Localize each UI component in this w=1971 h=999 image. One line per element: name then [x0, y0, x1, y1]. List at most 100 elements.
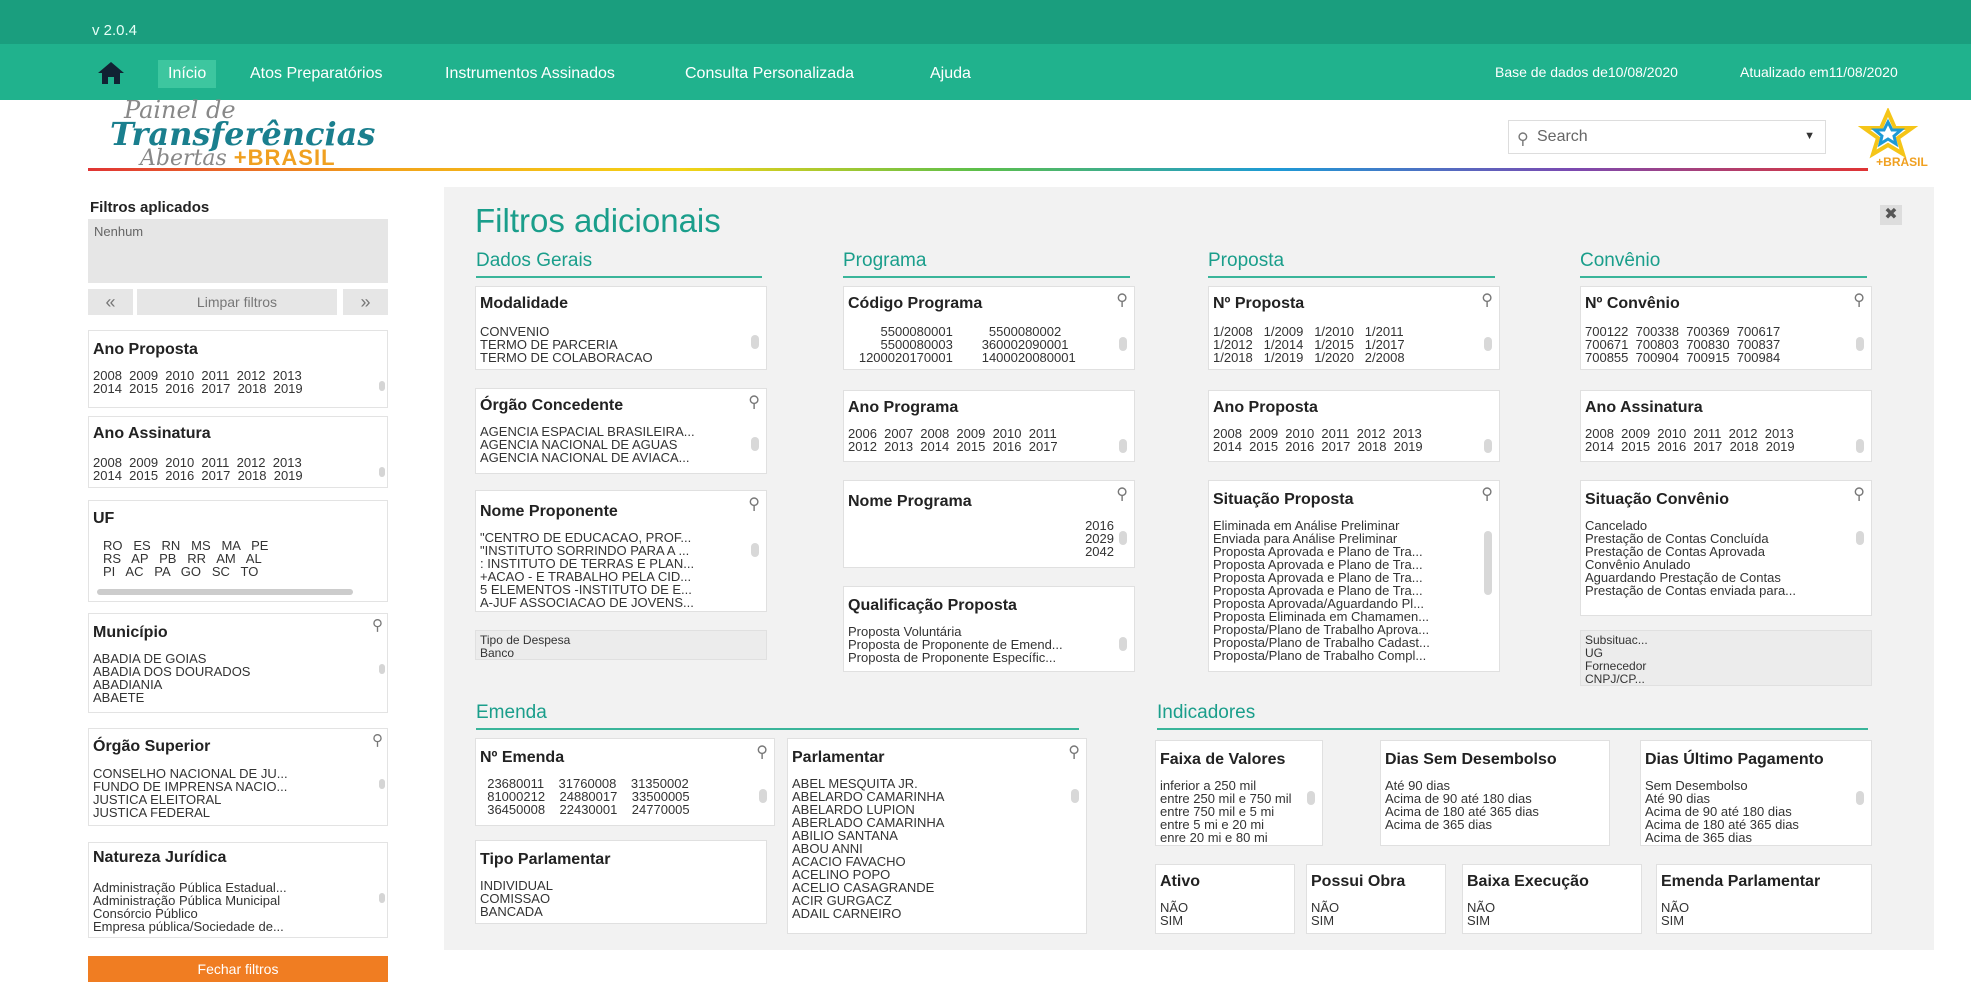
section-convenio: Convênio	[1580, 250, 1661, 271]
filter-baixa-execucao[interactable]: Baixa Execução NÃO SIM	[1462, 864, 1642, 934]
scrollbar[interactable]	[1307, 791, 1315, 805]
scrollbar[interactable]	[1856, 791, 1864, 805]
filter-possui-obra[interactable]: Possui Obra NÃO SIM	[1306, 864, 1446, 934]
filter-qualificacao-proposta[interactable]: Qualificação Proposta Proposta Voluntári…	[843, 586, 1135, 672]
search-icon[interactable]: ⚲	[1481, 290, 1493, 310]
close-filters-button[interactable]: Fechar filtros	[88, 956, 388, 982]
filter-nome-programa[interactable]: Nome Programa ⚲ 2016 2029 2042	[843, 480, 1135, 568]
filter-dias-sem-desembolso[interactable]: Dias Sem Desembolso Até 90 dias Acima de…	[1380, 740, 1610, 846]
section-proposta: Proposta	[1208, 250, 1285, 271]
scrollbar[interactable]	[751, 437, 759, 451]
filter-ano-assinatura[interactable]: Ano Assinatura 2008 2009 2010 2011 2012 …	[1580, 390, 1872, 462]
filter-faixa-valores[interactable]: Faixa de Valores inferior a 250 mil entr…	[1155, 740, 1323, 846]
updated-label: Atualizado em11/08/2020	[1740, 64, 1898, 80]
sidebar-uf[interactable]: UF RO ES RN MS MA PE RS AP PB RR AM AL P…	[88, 500, 388, 602]
search-icon[interactable]: ⚲	[372, 616, 383, 634]
search-icon: ⚲	[1517, 131, 1529, 148]
nav-consulta-personalizada[interactable]: Consulta Personalizada	[675, 60, 864, 88]
search-icon[interactable]: ⚲	[1853, 290, 1865, 310]
filter-subsituacao[interactable]: Subsituac... UG Fornecedor CNPJ/CP...	[1580, 630, 1872, 686]
filter-tipo-despesa[interactable]: Tipo de Despesa Banco	[475, 630, 767, 660]
section-rule	[476, 728, 1079, 730]
scrollbar[interactable]	[751, 543, 759, 557]
nav-atos-preparatorios[interactable]: Atos Preparatórios	[240, 60, 393, 88]
home-icon[interactable]	[96, 60, 126, 86]
scrollbar[interactable]	[1119, 531, 1127, 545]
sidebar-ano-assinatura[interactable]: Ano Assinatura 2008 2009 2010 2011 2012 …	[88, 416, 388, 488]
filter-codigo-programa[interactable]: Código Programa ⚲ 5500080001 5500080002 …	[843, 286, 1135, 370]
scrollbar[interactable]	[1484, 439, 1492, 453]
scrollbar[interactable]	[1119, 439, 1127, 453]
scrollbar[interactable]	[751, 335, 759, 349]
scrollbar[interactable]	[1484, 531, 1492, 595]
svg-text:+BRASIL: +BRASIL	[1876, 155, 1928, 169]
scrollbar[interactable]	[1119, 637, 1127, 651]
scrollbar[interactable]	[379, 381, 385, 391]
filter-parlamentar[interactable]: Parlamentar ⚲ ABEL MESQUITA JR. ABELARDO…	[787, 738, 1087, 934]
nav-ajuda[interactable]: Ajuda	[920, 60, 981, 88]
search-icon[interactable]: ⚲	[1116, 290, 1128, 310]
scrollbar[interactable]	[379, 467, 385, 477]
section-rule	[1157, 728, 1868, 730]
search-icon[interactable]: ⚲	[748, 494, 760, 514]
sidebar-ano-proposta[interactable]: Ano Proposta 2008 2009 2010 2011 2012 20…	[88, 330, 388, 408]
scrollbar[interactable]	[379, 664, 385, 674]
filter-ano-programa[interactable]: Ano Programa 2006 2007 2008 2009 2010 20…	[843, 390, 1135, 462]
top-bar	[0, 0, 1971, 44]
filter-tipo-parlamentar[interactable]: Tipo Parlamentar INDIVIDUAL COMISSAO BAN…	[475, 840, 767, 924]
search-icon[interactable]: ⚲	[1853, 484, 1865, 504]
search-icon[interactable]: ⚲	[1481, 484, 1493, 504]
sidebar-natureza-juridica[interactable]: Natureza Jurídica Administração Pública …	[88, 842, 388, 938]
scrollbar[interactable]	[759, 789, 767, 803]
close-icon[interactable]: ✖	[1880, 205, 1902, 225]
nav-inicio[interactable]: Início	[158, 60, 217, 88]
section-rule	[1208, 276, 1495, 278]
search-icon[interactable]: ⚲	[756, 742, 768, 762]
filtros-aplicados-title: Filtros aplicados	[90, 199, 210, 216]
filter-modalidade[interactable]: Modalidade CONVENIO TERMO DE PARCERIA TE…	[475, 286, 767, 370]
section-rule	[476, 276, 762, 278]
section-programa: Programa	[843, 250, 927, 271]
prev-button[interactable]: «	[88, 289, 133, 315]
filter-ano-proposta[interactable]: Ano Proposta 2008 2009 2010 2011 2012 20…	[1208, 390, 1500, 462]
filter-num-convenio[interactable]: Nº Convênio ⚲ 700122 700338 700369 70061…	[1580, 286, 1872, 370]
filter-orgao-concedente[interactable]: Órgão Concedente ⚲ AGENCIA ESPACIAL BRAS…	[475, 388, 767, 474]
scrollbar[interactable]	[1484, 337, 1492, 351]
filter-dias-ultimo-pagamento[interactable]: Dias Último Pagamento Sem Desembolso Até…	[1640, 740, 1872, 846]
filter-emenda-parlamentar[interactable]: Emenda Parlamentar NÃO SIM	[1656, 864, 1872, 934]
search-icon[interactable]: ⚲	[1116, 484, 1128, 504]
sidebar-orgao-superior[interactable]: Órgão Superior ⚲ CONSELHO NACIONAL DE JU…	[88, 728, 388, 826]
section-rule	[843, 276, 1130, 278]
section-emenda: Emenda	[476, 702, 547, 723]
search-icon[interactable]: ⚲	[748, 392, 760, 412]
section-dados-gerais: Dados Gerais	[476, 250, 593, 271]
filter-situacao-convenio[interactable]: Situação Convênio ⚲ Cancelado Prestação …	[1580, 480, 1872, 616]
scrollbar[interactable]	[379, 893, 385, 903]
scrollbar[interactable]	[1071, 789, 1079, 803]
filter-ativo[interactable]: Ativo NÃO SIM	[1155, 864, 1295, 934]
scrollbar[interactable]	[1119, 337, 1127, 351]
next-button[interactable]: »	[343, 289, 388, 315]
brasil-star-logo: +BRASIL	[1857, 108, 1928, 169]
page-title: Filtros adicionais	[475, 202, 721, 239]
scrollbar[interactable]	[1856, 337, 1864, 351]
scrollbar[interactable]	[379, 779, 385, 789]
filter-num-proposta[interactable]: Nº Proposta ⚲ 1/2008 1/2009 1/2010 1/201…	[1208, 286, 1500, 370]
chevron-down-icon[interactable]: ▼	[1804, 130, 1815, 142]
sidebar-municipio[interactable]: Município ⚲ ABADIA DE GOIAS ABADIA DOS D…	[88, 613, 388, 713]
logo-brasil: +BRASIL	[233, 145, 336, 170]
scrollbar[interactable]	[1856, 531, 1864, 545]
search-icon[interactable]: ⚲	[372, 731, 383, 749]
filter-nome-proponente[interactable]: Nome Proponente ⚲ "CENTRO DE EDUCACAO, P…	[475, 490, 767, 612]
version-label: v 2.0.4	[92, 22, 138, 39]
filter-situacao-proposta[interactable]: Situação Proposta ⚲ Eliminada em Análise…	[1208, 480, 1500, 672]
horizontal-scrollbar[interactable]	[97, 589, 353, 595]
section-rule	[1580, 276, 1867, 278]
search-input[interactable]: ⚲ Search ▼	[1508, 120, 1826, 154]
filter-num-emenda[interactable]: Nº Emenda ⚲ 23680011 31760008 31350002 8…	[475, 738, 775, 826]
nav-instrumentos-assinados[interactable]: Instrumentos Assinados	[435, 60, 625, 88]
rainbow-divider	[88, 168, 1868, 171]
scrollbar[interactable]	[1856, 439, 1864, 453]
search-icon[interactable]: ⚲	[1068, 742, 1080, 762]
clear-filters-button[interactable]: Limpar filtros	[137, 289, 337, 315]
